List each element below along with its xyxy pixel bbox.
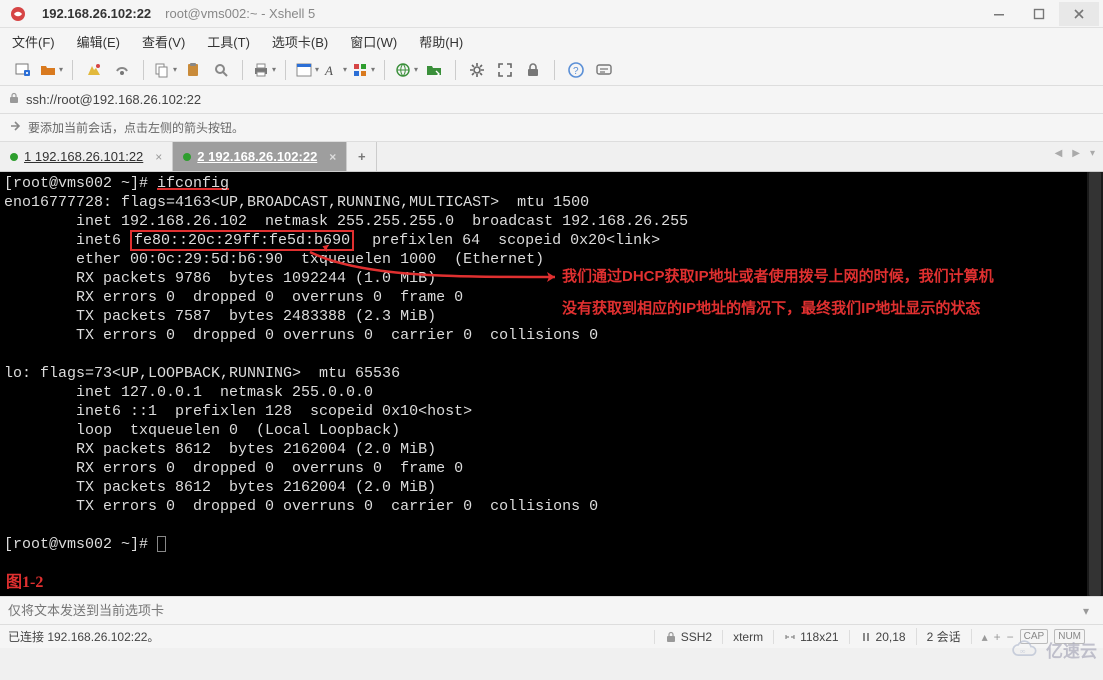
session-tab-2-label: 2 192.168.26.102:22 [197, 149, 317, 164]
session-tab-bar: 1 192.168.26.101:22 × 2 192.168.26.102:2… [0, 142, 1103, 172]
menu-view[interactable]: 查看(V) [138, 30, 189, 53]
close-button[interactable] [1059, 2, 1099, 26]
status-dot-icon [10, 153, 18, 161]
compose-input[interactable] [8, 603, 1077, 618]
font-button[interactable]: A [322, 57, 348, 83]
cloud-icon: ∞ [1008, 639, 1042, 661]
status-connection: 已连接 192.168.26.102:22。 [8, 628, 654, 645]
tab-nav-buttons: ◀ ▶ ▾ [1051, 146, 1099, 161]
paste-button[interactable] [180, 57, 206, 83]
session-tab-1-label: 1 192.168.26.101:22 [24, 149, 143, 164]
menu-file[interactable]: 文件(F) [8, 30, 59, 53]
lock-button[interactable] [520, 57, 546, 83]
session-tab-2[interactable]: 2 192.168.26.102:22 × [173, 142, 347, 171]
disconnect-button[interactable] [109, 57, 135, 83]
add-session-tab-button[interactable]: + [347, 142, 377, 171]
app-icon [10, 6, 26, 22]
title-bar: 192.168.26.102:22 root@vms002:~ - Xshell… [0, 0, 1103, 28]
status-sessions: 2 会话 [916, 628, 971, 645]
close-tab-icon[interactable]: × [155, 150, 162, 164]
annotation-arrow-icon [300, 222, 570, 282]
compose-bar: ▾ [0, 596, 1103, 624]
status-size: 118x21 [773, 630, 848, 644]
fullscreen-button[interactable] [492, 57, 518, 83]
web-button[interactable] [393, 57, 419, 83]
terminal-area[interactable]: [root@vms002 ~]# ifconfig eno16777728: f… [0, 172, 1103, 596]
status-dot-icon [183, 153, 191, 161]
compose-dropdown-icon[interactable]: ▾ [1077, 604, 1095, 618]
find-button[interactable] [208, 57, 234, 83]
hint-bar: 要添加当前会话，点击左侧的箭头按钮。 [0, 114, 1103, 142]
cursor-pos-icon [860, 631, 872, 643]
annotation-line-2: 没有获取到相应的IP地址的情况下，最终我们IP地址显示的状态 [562, 297, 980, 321]
status-cursor: 20,18 [849, 630, 916, 644]
chevron-up-icon[interactable]: ▴ [982, 630, 988, 644]
menu-help[interactable]: 帮助(H) [415, 30, 467, 53]
svg-text:?: ? [573, 66, 579, 77]
maximize-button[interactable] [1019, 2, 1059, 26]
toolbar: A ? [0, 54, 1103, 86]
new-session-button[interactable] [10, 57, 36, 83]
svg-text:∞: ∞ [1020, 646, 1026, 655]
status-termtype: xterm [722, 630, 773, 644]
reconnect-button[interactable] [81, 57, 107, 83]
colors-button[interactable] [350, 57, 376, 83]
window-active-title: 192.168.26.102:22 [32, 6, 161, 21]
copy-button[interactable] [152, 57, 178, 83]
terminal-cursor [157, 536, 166, 552]
window-subtitle: root@vms002:~ - Xshell 5 [161, 6, 319, 21]
tab-prev-button[interactable]: ◀ [1051, 146, 1067, 161]
menu-tab[interactable]: 选项卡(B) [268, 30, 332, 53]
terminal-scrollbar[interactable] [1087, 172, 1103, 596]
session-tab-1[interactable]: 1 192.168.26.101:22 × [0, 142, 173, 171]
plus-icon[interactable]: + [994, 630, 1001, 644]
svg-text:A: A [324, 63, 333, 78]
hint-text: 要添加当前会话，点击左侧的箭头按钮。 [28, 119, 244, 136]
annotation-line-1: 我们通过DHCP获取IP地址或者使用拨号上网的时候，我们计算机 [562, 265, 994, 289]
watermark: ∞ 亿速云 [1008, 637, 1097, 662]
tab-next-button[interactable]: ▶ [1068, 146, 1084, 161]
status-bar: 已连接 192.168.26.102:22。 SSH2 xterm 118x21… [0, 624, 1103, 648]
minimize-button[interactable] [979, 2, 1019, 26]
tab-menu-button[interactable]: ▾ [1086, 146, 1099, 161]
help-button[interactable]: ? [563, 57, 589, 83]
menu-tools[interactable]: 工具(T) [203, 30, 254, 53]
resize-icon [784, 631, 796, 643]
compose-button[interactable] [591, 57, 617, 83]
figure-label: 图1-2 [6, 573, 43, 592]
address-bar [0, 86, 1103, 114]
menu-bar: 文件(F) 编辑(E) 查看(V) 工具(T) 选项卡(B) 窗口(W) 帮助(… [0, 28, 1103, 54]
lock-icon [8, 92, 20, 107]
lock-icon [665, 631, 677, 643]
menu-edit[interactable]: 编辑(E) [73, 30, 124, 53]
settings-button[interactable] [464, 57, 490, 83]
close-tab-icon[interactable]: × [329, 150, 336, 164]
properties-button[interactable] [294, 57, 320, 83]
xftp-button[interactable] [421, 57, 447, 83]
open-session-button[interactable] [38, 57, 64, 83]
status-protocol: SSH2 [654, 630, 722, 644]
hint-arrow-icon[interactable] [8, 119, 22, 136]
menu-window[interactable]: 窗口(W) [346, 30, 401, 53]
print-button[interactable] [251, 57, 277, 83]
address-input[interactable] [26, 92, 1095, 107]
